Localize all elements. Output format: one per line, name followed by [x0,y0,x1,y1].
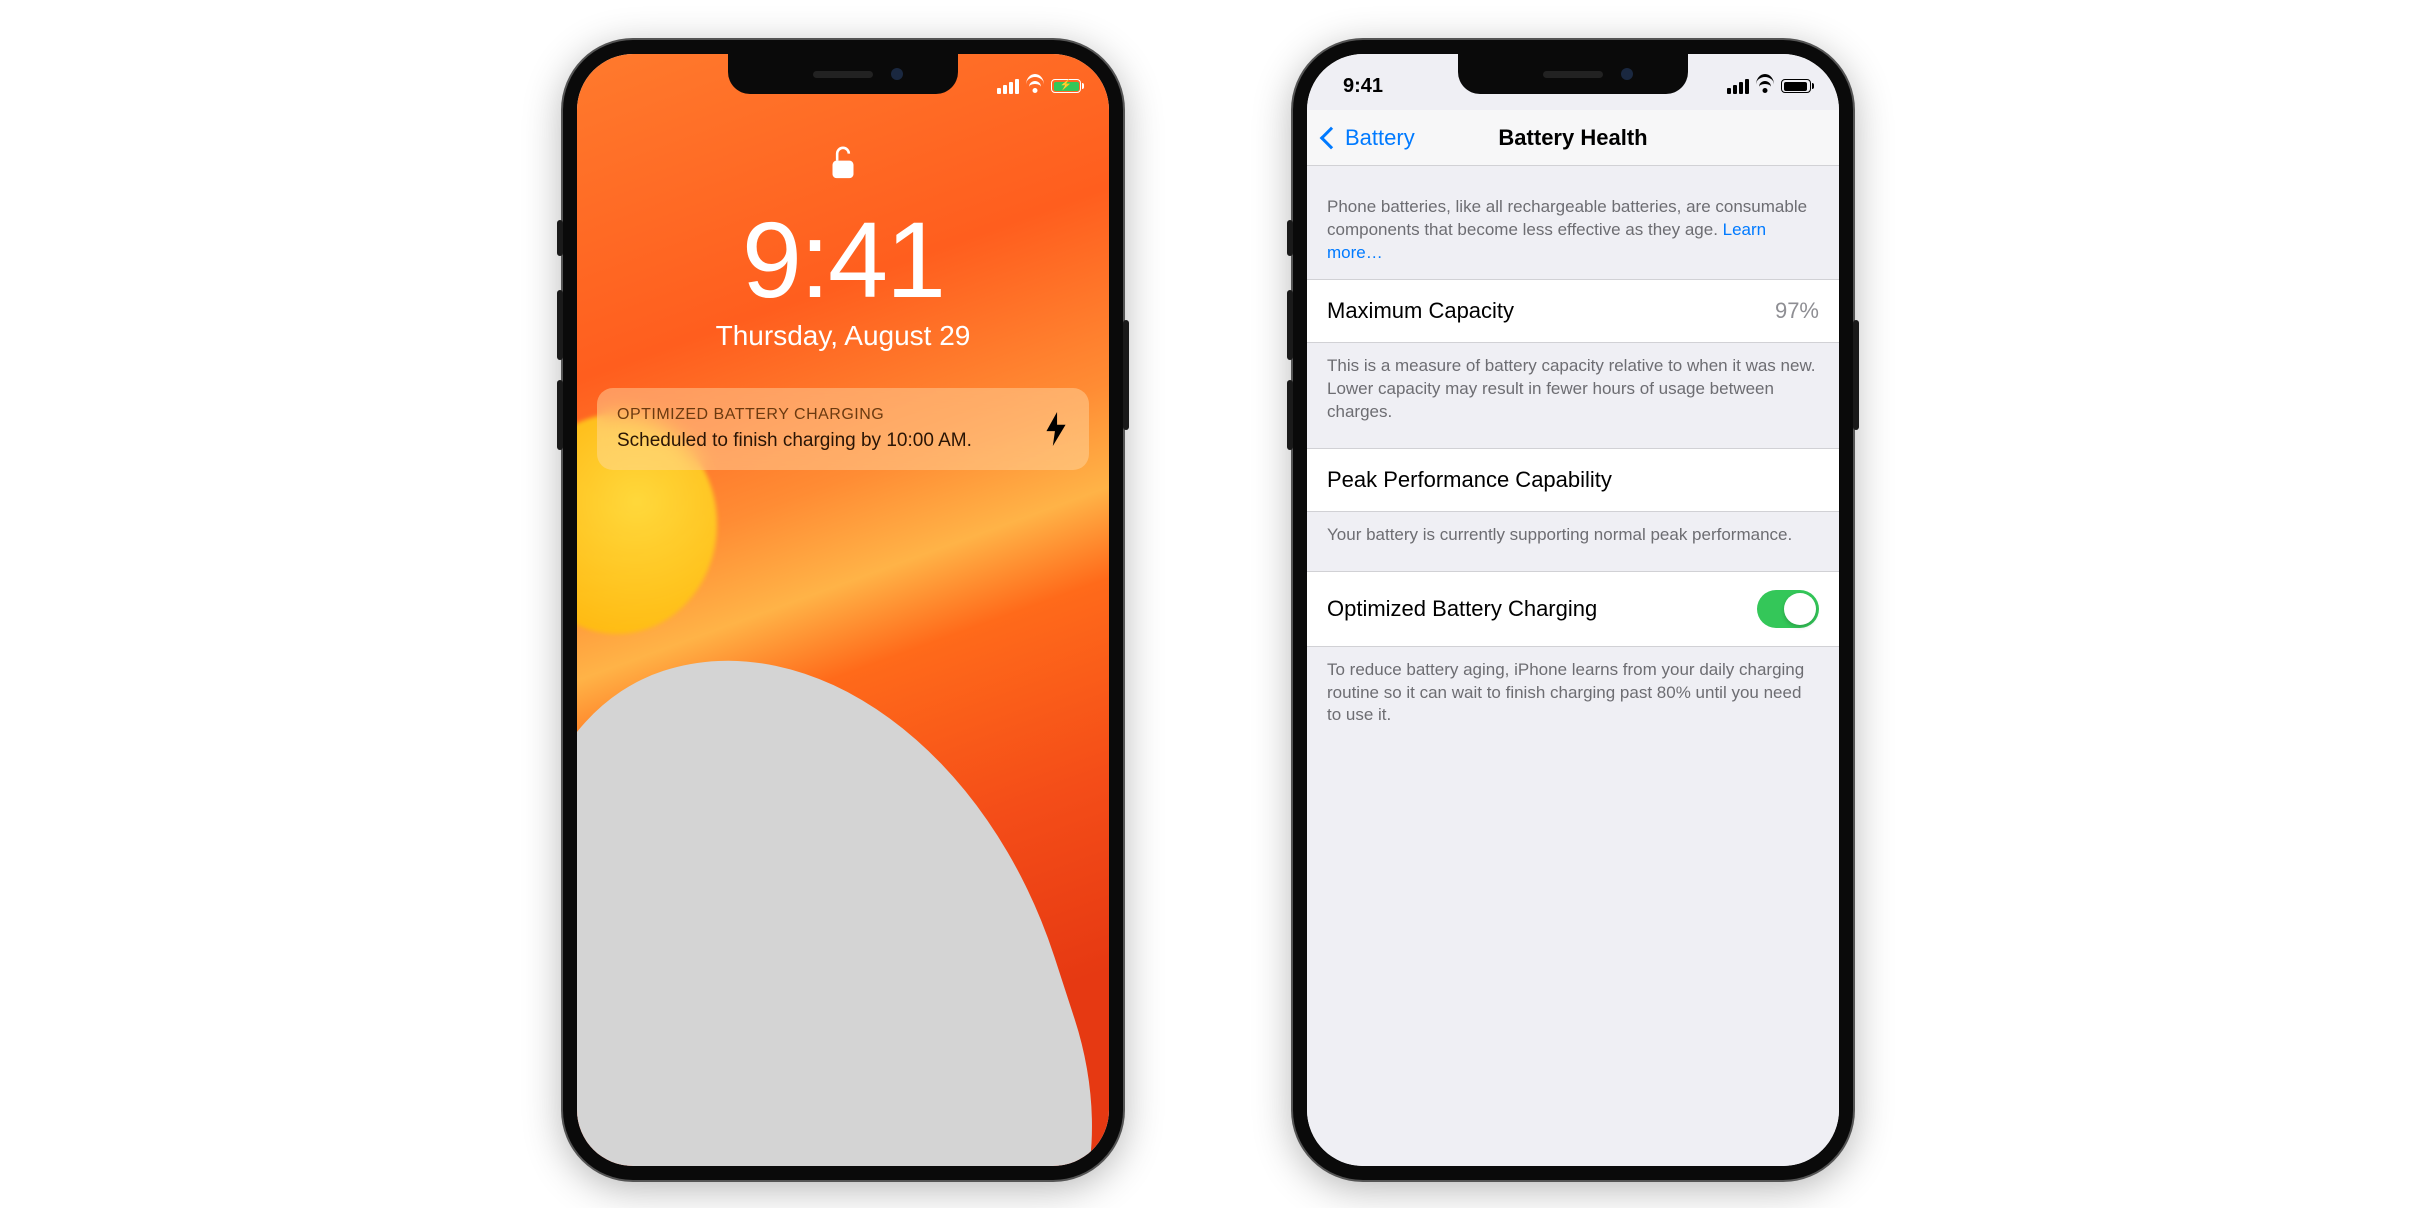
navigation-bar: Battery Battery Health [1307,110,1839,166]
max-capacity-label: Maximum Capacity [1327,298,1514,324]
intro-description: Phone batteries, like all rechargeable b… [1307,166,1839,279]
cellular-signal-icon [1727,79,1749,94]
maximum-capacity-cell[interactable]: Maximum Capacity 97% [1307,279,1839,343]
charging-notification[interactable]: OPTIMIZED BATTERY CHARGING Scheduled to … [597,388,1089,470]
optimized-charging-cell: Optimized Battery Charging [1307,571,1839,647]
lock-screen-time: 9:41 [742,206,944,314]
peak-performance-label: Peak Performance Capability [1327,467,1612,493]
lock-screen-date: Thursday, August 29 [716,320,971,352]
peak-performance-cell[interactable]: Peak Performance Capability [1307,448,1839,512]
lightning-bolt-icon [1043,412,1069,446]
cellular-signal-icon [997,79,1019,94]
optimized-charging-toggle[interactable] [1757,590,1819,628]
peak-performance-footer: Your battery is currently supporting nor… [1307,512,1839,571]
iphone-settings-device: 9:41 Battery Battery Health Phone batter… [1293,40,1853,1180]
battery-icon [1781,79,1811,93]
notification-body: Scheduled to finish charging by 10:00 AM… [617,430,1027,452]
max-capacity-footer: This is a measure of battery capacity re… [1307,343,1839,448]
notification-title: OPTIMIZED BATTERY CHARGING [617,406,1027,424]
wifi-icon [1755,79,1775,93]
max-capacity-value: 97% [1775,298,1819,324]
status-time: 9:41 [1335,75,1383,98]
battery-charging-icon: ⚡ [1051,79,1081,93]
chevron-left-icon [1320,126,1343,149]
page-title: Battery Health [1498,125,1647,151]
iphone-lock-screen-device: ⚡ 9:41 Thursday, August 29 OPTIMIZED BAT… [563,40,1123,1180]
unlock-icon [829,144,857,182]
optimized-charging-label: Optimized Battery Charging [1327,596,1597,622]
back-label: Battery [1345,125,1415,151]
optimized-charging-footer: To reduce battery aging, iPhone learns f… [1307,647,1839,752]
back-button[interactable]: Battery [1323,125,1415,151]
wifi-icon [1025,79,1045,93]
